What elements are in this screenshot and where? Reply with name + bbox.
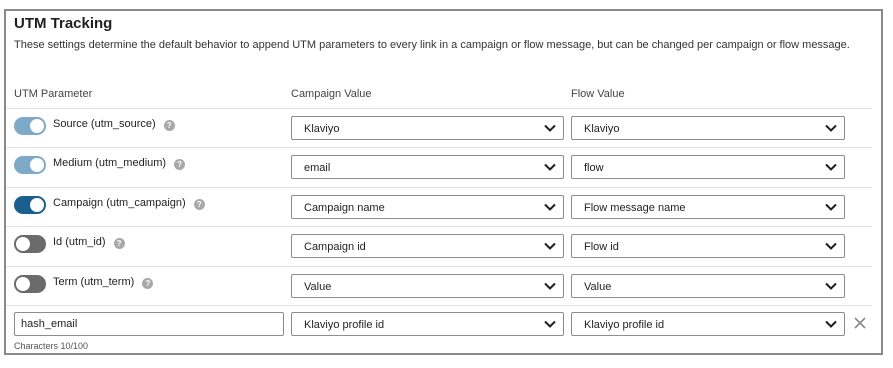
chevron-down-icon bbox=[544, 282, 556, 290]
toggle-term[interactable] bbox=[14, 275, 46, 293]
flow-value-text: Klaviyo bbox=[584, 123, 620, 135]
chevron-down-icon bbox=[825, 320, 837, 328]
parameter-label-text: Source (utm_source) bbox=[53, 118, 156, 130]
flow-value-text: Value bbox=[584, 281, 612, 293]
campaign-value-text: email bbox=[304, 162, 331, 174]
parameter-label-text: Medium (utm_medium) bbox=[53, 157, 167, 169]
toggle-id[interactable] bbox=[14, 235, 46, 253]
parameter-label-text: Campaign (utm_campaign) bbox=[53, 197, 186, 209]
parameter-label-medium: Medium (utm_medium)? bbox=[53, 157, 186, 170]
row-divider bbox=[6, 187, 872, 188]
flow-value-select-term[interactable]: Value bbox=[571, 274, 845, 298]
chevron-down-icon bbox=[825, 282, 837, 290]
question-circle-icon[interactable]: ? bbox=[174, 159, 186, 170]
custom-parameter-input[interactable] bbox=[14, 312, 284, 336]
question-circle-icon[interactable]: ? bbox=[142, 278, 154, 289]
section-title: UTM Tracking bbox=[14, 15, 113, 32]
flow-value-text: Flow message name bbox=[584, 202, 686, 214]
chevron-down-icon bbox=[544, 320, 556, 328]
column-header-parameter: UTM Parameter bbox=[14, 88, 93, 100]
question-circle-icon[interactable]: ? bbox=[113, 238, 125, 249]
column-header-flow: Flow Value bbox=[571, 88, 625, 100]
column-header-campaign: Campaign Value bbox=[291, 88, 372, 100]
parameter-label-term: Term (utm_term)? bbox=[53, 276, 154, 289]
row-divider bbox=[6, 108, 872, 109]
question-circle-icon[interactable]: ? bbox=[193, 199, 205, 210]
character-count: Characters 10/100 bbox=[14, 341, 89, 351]
campaign-value-text: Value bbox=[304, 281, 332, 293]
toggle-source[interactable] bbox=[14, 117, 46, 135]
parameter-label-source: Source (utm_source)? bbox=[53, 118, 175, 131]
campaign-value-select-term[interactable]: Value bbox=[291, 274, 564, 298]
toggle-knob bbox=[16, 277, 30, 291]
toggle-knob bbox=[30, 198, 44, 212]
flow-value-text: flow bbox=[584, 162, 604, 174]
custom-campaign-value: Klaviyo profile id bbox=[304, 319, 385, 331]
chevron-down-icon bbox=[544, 163, 556, 171]
campaign-value-select-medium[interactable]: email bbox=[291, 155, 564, 179]
chevron-down-icon bbox=[825, 124, 837, 132]
utm-tracking-panel: UTM Tracking These settings determine th… bbox=[4, 9, 883, 355]
chevron-down-icon bbox=[544, 124, 556, 132]
flow-value-select-medium[interactable]: flow bbox=[571, 155, 845, 179]
toggle-knob bbox=[30, 158, 44, 172]
campaign-value-select-id[interactable]: Campaign id bbox=[291, 234, 564, 258]
custom-flow-select[interactable]: Klaviyo profile id bbox=[571, 312, 845, 336]
campaign-value-select-source[interactable]: Klaviyo bbox=[291, 116, 564, 140]
parameter-label-id: Id (utm_id)? bbox=[53, 236, 125, 249]
row-divider bbox=[6, 226, 872, 227]
flow-value-select-source[interactable]: Klaviyo bbox=[571, 116, 845, 140]
row-divider bbox=[6, 266, 872, 267]
chevron-down-icon bbox=[544, 203, 556, 211]
toggle-medium[interactable] bbox=[14, 156, 46, 174]
parameter-label-campaign: Campaign (utm_campaign)? bbox=[53, 197, 205, 210]
question-circle-icon[interactable]: ? bbox=[163, 120, 175, 131]
chevron-down-icon bbox=[825, 242, 837, 250]
campaign-value-text: Campaign name bbox=[304, 202, 385, 214]
flow-value-text: Flow id bbox=[584, 241, 619, 253]
custom-flow-value: Klaviyo profile id bbox=[584, 319, 665, 331]
close-icon[interactable] bbox=[852, 315, 868, 331]
campaign-value-text: Campaign id bbox=[304, 241, 366, 253]
parameter-label-text: Term (utm_term) bbox=[53, 276, 135, 288]
campaign-value-select-campaign[interactable]: Campaign name bbox=[291, 195, 564, 219]
parameter-label-text: Id (utm_id) bbox=[53, 236, 106, 248]
campaign-value-text: Klaviyo bbox=[304, 123, 340, 135]
flow-value-select-id[interactable]: Flow id bbox=[571, 234, 845, 258]
toggle-campaign[interactable] bbox=[14, 196, 46, 214]
flow-value-select-campaign[interactable]: Flow message name bbox=[571, 195, 845, 219]
chevron-down-icon bbox=[825, 163, 837, 171]
custom-campaign-select[interactable]: Klaviyo profile id bbox=[291, 312, 564, 336]
row-divider bbox=[6, 147, 872, 148]
chevron-down-icon bbox=[544, 242, 556, 250]
chevron-down-icon bbox=[825, 203, 837, 211]
section-description: These settings determine the default beh… bbox=[14, 39, 850, 51]
toggle-knob bbox=[30, 119, 44, 133]
toggle-knob bbox=[16, 237, 30, 251]
row-divider bbox=[6, 305, 872, 306]
